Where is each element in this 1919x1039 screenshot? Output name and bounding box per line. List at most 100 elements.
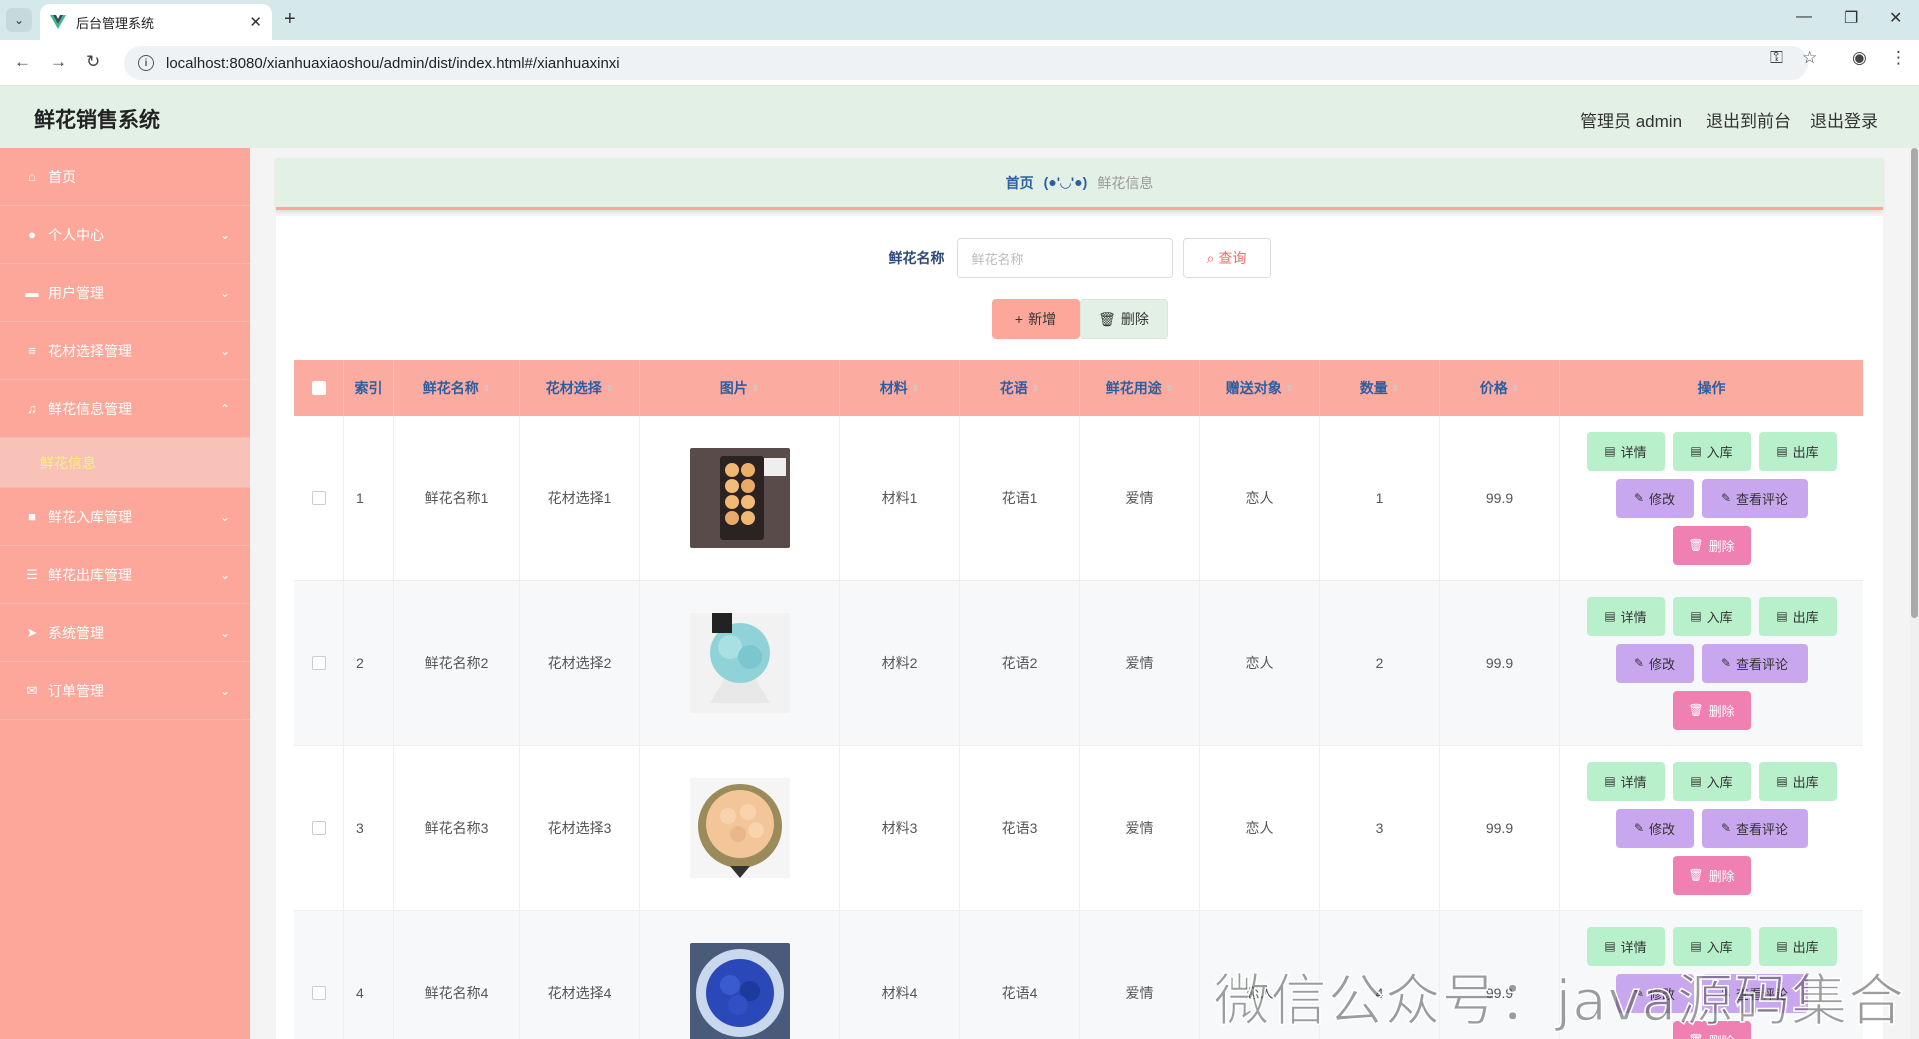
header-usage[interactable]: 鲜花用途 ⇕ bbox=[1080, 360, 1200, 416]
header-target[interactable]: 赠送对象 ⇕ bbox=[1200, 360, 1320, 416]
bell-off-icon: ♫ bbox=[27, 401, 37, 416]
cell-usage: 爱情 bbox=[1080, 581, 1200, 745]
browser-tab[interactable]: 后台管理系统 ✕ bbox=[40, 4, 272, 40]
reload-icon[interactable]: ↻ bbox=[86, 52, 100, 72]
actions-line: ▤ 详情 ▤ 入库 ▤ 出库 bbox=[1586, 761, 1837, 801]
sort-icon[interactable]: ⇕ bbox=[606, 383, 614, 394]
new-tab-icon[interactable]: + bbox=[284, 8, 296, 31]
sidebar-item-label: 鲜花出库管理 bbox=[48, 566, 132, 583]
row-checkbox[interactable] bbox=[311, 986, 326, 1000]
stock-in-button[interactable]: ▤ 入库 bbox=[1672, 761, 1751, 801]
delete-button[interactable]: 🗑 删除 bbox=[1672, 855, 1751, 895]
sort-icon[interactable]: ⇕ bbox=[1032, 383, 1040, 394]
flower-image[interactable] bbox=[689, 778, 790, 878]
sort-icon[interactable]: ⇕ bbox=[1166, 383, 1174, 394]
cell-target: 恋人 bbox=[1200, 416, 1320, 580]
password-key-icon[interactable]: ⚿ bbox=[1770, 48, 1783, 68]
restore-icon[interactable]: ❐ bbox=[1844, 8, 1858, 28]
add-button[interactable]: + 新增 bbox=[991, 299, 1080, 339]
view-reviews-button[interactable]: ✎ 查看评论 bbox=[1701, 808, 1808, 848]
sidebar-item-label: 花材选择管理 bbox=[48, 342, 132, 359]
row-checkbox[interactable] bbox=[311, 491, 326, 505]
sidebar-subitem-flower-info[interactable]: 鲜花信息 bbox=[0, 438, 250, 488]
chevron-up-icon: ⌃ bbox=[219, 401, 230, 416]
header-language[interactable]: 花语 ⇕ bbox=[960, 360, 1080, 416]
sidebar-item-system[interactable]: ➤ 系统管理 ⌄ bbox=[0, 604, 250, 662]
row-checkbox[interactable] bbox=[311, 821, 326, 835]
url-field[interactable]: i localhost:8080/xianhuaxiaoshou/admin/d… bbox=[124, 46, 1808, 80]
search-button[interactable]: ⌕ 查询 bbox=[1182, 238, 1271, 278]
trash-icon: 🗑 bbox=[1688, 538, 1704, 552]
row-actions: ▤ 详情 ▤ 入库 ▤ 出库 ✎ 修改 ✎ 查看评论 🗑 删除 bbox=[1586, 761, 1837, 895]
stock-in-button[interactable]: ▤ 入库 bbox=[1672, 431, 1751, 471]
sidebar-item-personal[interactable]: ● 个人中心 ⌄ bbox=[0, 206, 250, 264]
header-price[interactable]: 价格 ⇕ bbox=[1440, 360, 1560, 416]
sidebar-item-stock-out[interactable]: ☰ 鲜花出库管理 ⌄ bbox=[0, 546, 250, 604]
button-label: 出库 bbox=[1792, 444, 1819, 460]
view-reviews-button[interactable]: ✎ 查看评论 bbox=[1701, 478, 1808, 518]
sidebar-item-orders[interactable]: ✉ 订单管理 ⌄ bbox=[0, 662, 250, 720]
profile-icon[interactable]: ◉ bbox=[1852, 48, 1867, 68]
edit-button[interactable]: ✎ 修改 bbox=[1615, 643, 1694, 683]
stock-in-button[interactable]: ▤ 入库 bbox=[1672, 596, 1751, 636]
window-close-icon[interactable]: ✕ bbox=[1889, 8, 1902, 28]
sort-icon[interactable]: ⇕ bbox=[752, 383, 760, 394]
search-input[interactable]: 鲜花名称 bbox=[956, 238, 1173, 278]
row-select-cell bbox=[294, 416, 344, 580]
browser-menu-icon[interactable]: ⋮ bbox=[1890, 48, 1907, 68]
sidebar-item-home[interactable]: ⌂ 首页 bbox=[0, 148, 250, 206]
delete-button[interactable]: 🗑 删除 bbox=[1672, 690, 1751, 730]
tab-close-icon[interactable]: ✕ bbox=[249, 13, 262, 31]
document-icon: ▤ bbox=[1776, 609, 1788, 623]
site-info-icon[interactable]: i bbox=[138, 55, 154, 71]
stock-out-button[interactable]: ▤ 出库 bbox=[1758, 431, 1837, 471]
select-all-checkbox[interactable] bbox=[311, 381, 326, 395]
edit-button[interactable]: ✎ 修改 bbox=[1615, 478, 1694, 518]
cell-qty: 2 bbox=[1320, 581, 1440, 745]
scrollbar-thumb[interactable] bbox=[1911, 148, 1918, 618]
sort-icon[interactable]: ⇕ bbox=[1392, 383, 1400, 394]
cell-index: 1 bbox=[344, 416, 394, 580]
sort-icon[interactable]: ⇕ bbox=[1512, 383, 1520, 394]
edit-button[interactable]: ✎ 修改 bbox=[1615, 808, 1694, 848]
button-label: 入库 bbox=[1706, 444, 1733, 460]
back-icon[interactable]: ← bbox=[14, 52, 31, 72]
logout-link[interactable]: 退出登录 bbox=[1810, 107, 1878, 132]
flower-image[interactable] bbox=[689, 613, 790, 713]
minimize-icon[interactable]: — bbox=[1796, 8, 1812, 26]
view-reviews-button[interactable]: ✎ 查看评论 bbox=[1701, 643, 1808, 683]
sort-icon[interactable]: ⇕ bbox=[1286, 383, 1294, 394]
sidebar-item-flower-material[interactable]: ≡ 花材选择管理 ⌄ bbox=[0, 322, 250, 380]
breadcrumb-home[interactable]: 首页 bbox=[1006, 173, 1034, 193]
sidebar-item-users[interactable]: ▬ 用户管理 ⌄ bbox=[0, 264, 250, 322]
forward-icon[interactable]: → bbox=[50, 52, 67, 72]
search-icon: ⌕ bbox=[1206, 249, 1215, 266]
batch-delete-button[interactable]: 🗑 删除 bbox=[1079, 299, 1168, 339]
stock-out-button[interactable]: ▤ 出库 bbox=[1758, 596, 1837, 636]
detail-button[interactable]: ▤ 详情 bbox=[1586, 761, 1665, 801]
back-to-front-link[interactable]: 退出到前台 bbox=[1706, 107, 1791, 132]
content-panel: 鲜花名称 鲜花名称 ⌕ 查询 + 新增 🗑 删除 索引 鲜花名称 ⇕ 花材选择 ⇕ bbox=[276, 216, 1883, 1039]
cell-material: 材料2 bbox=[840, 581, 960, 745]
tab-search-icon[interactable]: ⌄ bbox=[6, 8, 32, 32]
page-scrollbar[interactable] bbox=[1910, 148, 1919, 1039]
sort-icon[interactable]: ⇕ bbox=[912, 383, 920, 394]
stock-out-button[interactable]: ▤ 出库 bbox=[1758, 761, 1837, 801]
row-checkbox[interactable] bbox=[311, 656, 326, 670]
detail-button[interactable]: ▤ 详情 bbox=[1586, 596, 1665, 636]
detail-button[interactable]: ▤ 详情 bbox=[1586, 431, 1665, 471]
sidebar-item-flower-info[interactable]: ♫ 鲜花信息管理 ⌃ bbox=[0, 380, 250, 438]
flower-image[interactable] bbox=[689, 448, 790, 548]
sidebar-item-stock-in[interactable]: ■ 鲜花入库管理 ⌄ bbox=[0, 488, 250, 546]
flower-image[interactable] bbox=[689, 943, 790, 1039]
header-qty[interactable]: 数量 ⇕ bbox=[1320, 360, 1440, 416]
header-material[interactable]: 材料 ⇕ bbox=[840, 360, 960, 416]
chevron-down-icon: ⌄ bbox=[219, 227, 230, 242]
header-image[interactable]: 图片 ⇕ bbox=[640, 360, 840, 416]
sort-icon[interactable]: ⇕ bbox=[483, 383, 491, 394]
header-choice[interactable]: 花材选择 ⇕ bbox=[520, 360, 640, 416]
header-name[interactable]: 鲜花名称 ⇕ bbox=[394, 360, 520, 416]
delete-button[interactable]: 🗑 删除 bbox=[1672, 525, 1751, 565]
actions-line: ✎ 修改 ✎ 查看评论 bbox=[1615, 643, 1808, 683]
bookmark-star-icon[interactable]: ☆ bbox=[1802, 48, 1817, 68]
